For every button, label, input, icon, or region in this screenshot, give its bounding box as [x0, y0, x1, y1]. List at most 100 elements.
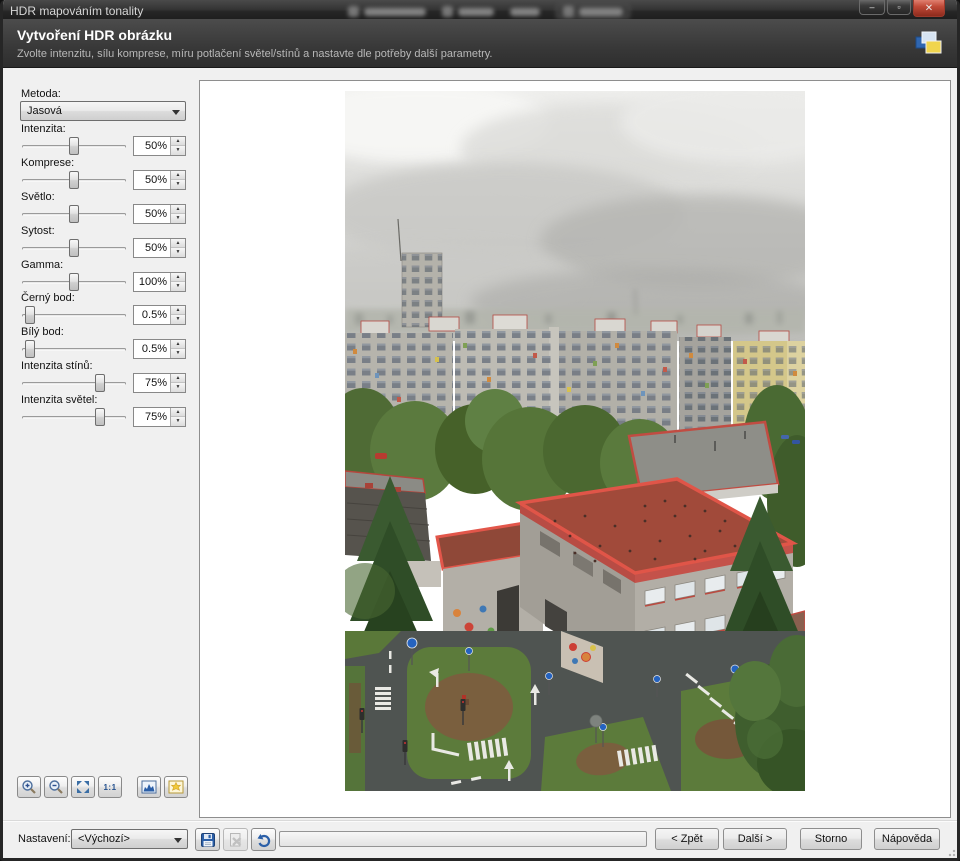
chevron-down-icon: [172, 110, 180, 115]
slider-group-intenzita: Intenzita: 50% ▲ ▼: [20, 123, 186, 156]
clipping-warning-button[interactable]: [164, 776, 188, 798]
slider-label: Černý bod:: [21, 292, 75, 304]
save-preset-button[interactable]: [195, 828, 220, 851]
spin-down-button[interactable]: ▼: [171, 315, 185, 324]
slider-track: [22, 416, 126, 419]
spin-down-button[interactable]: ▼: [171, 417, 185, 426]
slider-label: Komprese:: [21, 157, 75, 169]
sytost-slider[interactable]: [22, 239, 126, 258]
fit-to-window-button[interactable]: [71, 776, 95, 798]
intenzita-slider[interactable]: [22, 137, 126, 156]
gamma-spinbox[interactable]: 100% ▲ ▼: [133, 272, 186, 292]
spin-up-button[interactable]: ▲: [171, 171, 185, 180]
spin-up-button[interactable]: ▲: [171, 408, 185, 417]
minimize-button[interactable]: –: [859, 0, 885, 15]
slider-thumb[interactable]: [69, 273, 79, 291]
dialog-footer: Nastavení: <Výchozí> < Zpět Další > Stor…: [3, 820, 957, 858]
slider-thumb[interactable]: [69, 171, 79, 189]
next-button[interactable]: Další >: [723, 828, 787, 850]
slider-thumb[interactable]: [69, 205, 79, 223]
back-button[interactable]: < Zpět: [655, 828, 719, 850]
minimize-icon: –: [869, 2, 875, 12]
intenzita-stinu-spinbox[interactable]: 75% ▲ ▼: [133, 373, 186, 393]
spin-down-button[interactable]: ▼: [171, 214, 185, 223]
spin-up-button[interactable]: ▲: [171, 340, 185, 349]
bily-bod-slider[interactable]: [22, 340, 126, 359]
slider-thumb[interactable]: [69, 239, 79, 257]
histogram-button[interactable]: [137, 776, 161, 798]
spin-up-button[interactable]: ▲: [171, 374, 185, 383]
maximize-button[interactable]: ▫: [887, 0, 911, 15]
hdr-preview-photo[interactable]: [345, 91, 805, 791]
spin-value: 50%: [144, 242, 167, 254]
intenzita-spinbox[interactable]: 50% ▲ ▼: [133, 136, 186, 156]
clipping-warning-icon: [168, 780, 184, 794]
svetlo-slider[interactable]: [22, 205, 126, 224]
slider-thumb[interactable]: [95, 408, 105, 426]
cerny-bod-slider[interactable]: [22, 306, 126, 325]
cascade-images-icon: [915, 31, 942, 54]
slider-track: [22, 348, 126, 351]
spin-down-button[interactable]: ▼: [171, 146, 185, 155]
intenzita-stinu-slider[interactable]: [22, 374, 126, 393]
method-value: Jasová: [27, 105, 62, 117]
blurred-step: [556, 4, 630, 19]
slider-group-svetlo: Světlo: 50% ▲ ▼: [20, 191, 186, 224]
slider-group-intenzita-svetel: Intenzita světel: 75% ▲ ▼: [20, 394, 186, 427]
slider-thumb[interactable]: [69, 137, 79, 155]
slider-label: Světlo:: [21, 191, 55, 203]
spin-up-button[interactable]: ▲: [171, 137, 185, 146]
cancel-button[interactable]: Storno: [800, 828, 862, 850]
intenzita-svetel-spinbox[interactable]: 75% ▲ ▼: [133, 407, 186, 427]
zoom-out-button[interactable]: [44, 776, 68, 798]
spin-down-button[interactable]: ▼: [171, 383, 185, 392]
close-button[interactable]: ✕: [913, 0, 945, 17]
help-button[interactable]: Nápověda: [874, 828, 940, 850]
sytost-spinbox[interactable]: 50% ▲ ▼: [133, 238, 186, 258]
spin-value: 100%: [138, 276, 167, 288]
gamma-slider[interactable]: [22, 273, 126, 292]
spin-down-button[interactable]: ▼: [171, 248, 185, 257]
maximize-icon: ▫: [897, 2, 901, 12]
bily-bod-spinbox[interactable]: 0.5% ▲ ▼: [133, 339, 186, 359]
slider-thumb[interactable]: [25, 340, 36, 358]
window-title: HDR mapováním tonality: [10, 4, 144, 18]
svetlo-spinbox[interactable]: 50% ▲ ▼: [133, 204, 186, 224]
blue-car: [792, 440, 800, 444]
zoom-out-icon: [49, 780, 63, 794]
settings-combobox[interactable]: <Výchozí>: [71, 829, 188, 849]
page-subtitle: Zvolte intenzitu, sílu komprese, míru po…: [17, 48, 493, 60]
spin-down-button[interactable]: ▼: [171, 180, 185, 189]
red-car: [375, 453, 387, 459]
spin-value: 75%: [144, 411, 167, 423]
blue-car: [781, 435, 789, 439]
settings-label: Nastavení:: [18, 833, 71, 845]
wall-decal: [453, 609, 461, 617]
komprese-slider[interactable]: [22, 171, 126, 190]
zoom-in-button[interactable]: [17, 776, 41, 798]
undo-button[interactable]: [251, 828, 276, 851]
actual-size-icon: 1:1: [103, 782, 117, 792]
spin-value: 50%: [144, 174, 167, 186]
resize-grip[interactable]: [946, 847, 956, 857]
close-icon: ✕: [924, 2, 934, 14]
spin-down-button[interactable]: ▼: [171, 349, 185, 358]
method-combobox[interactable]: Jasová: [20, 101, 186, 121]
slider-thumb[interactable]: [25, 306, 36, 324]
slider-thumb[interactable]: [95, 374, 105, 392]
cerny-bod-spinbox[interactable]: 0.5% ▲ ▼: [133, 305, 186, 325]
delete-preset-button[interactable]: [223, 828, 248, 851]
undo-icon: [257, 833, 270, 847]
spin-up-button[interactable]: ▲: [171, 205, 185, 214]
save-icon: [200, 832, 215, 847]
histogram-icon: [141, 780, 157, 794]
spin-up-button[interactable]: ▲: [171, 273, 185, 282]
actual-size-button[interactable]: 1:1: [98, 776, 122, 798]
page-title: Vytvoření HDR obrázku: [17, 27, 173, 43]
spin-up-button[interactable]: ▲: [171, 306, 185, 315]
intenzita-svetel-slider[interactable]: [22, 408, 126, 427]
spin-up-button[interactable]: ▲: [171, 239, 185, 248]
komprese-spinbox[interactable]: 50% ▲ ▼: [133, 170, 186, 190]
blurred-step: [348, 4, 426, 19]
spin-down-button[interactable]: ▼: [171, 282, 185, 291]
